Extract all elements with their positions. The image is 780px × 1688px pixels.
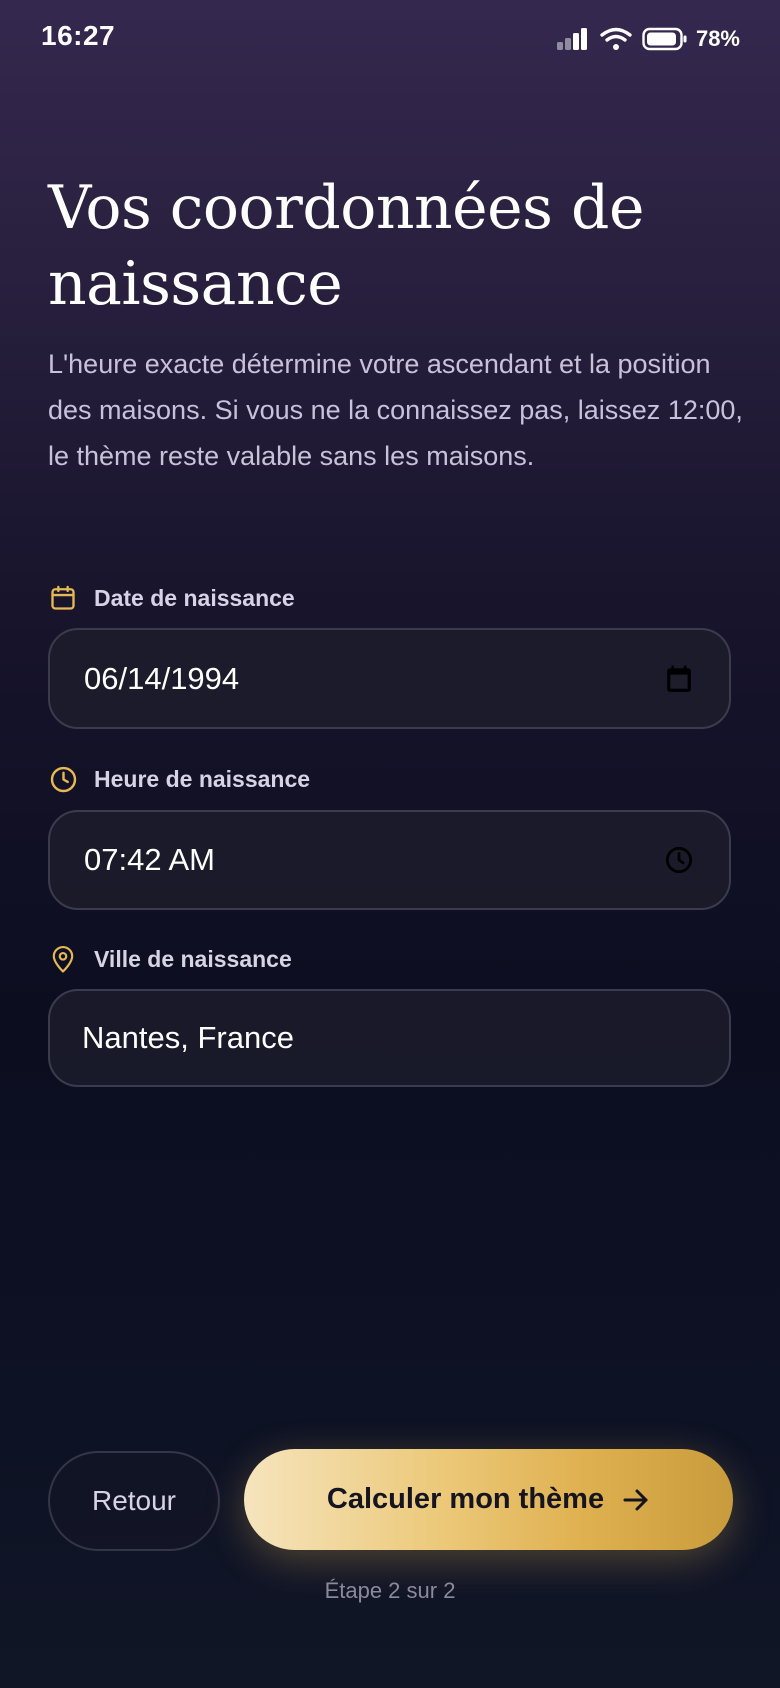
status-icons: 78% bbox=[556, 24, 740, 54]
time-value: 07:42 AM bbox=[84, 842, 215, 877]
location-pin-icon bbox=[48, 944, 78, 974]
date-label-text: Date de naissance bbox=[94, 584, 295, 611]
step-indicator: Étape 2 sur 2 bbox=[324, 1578, 456, 1603]
time-field[interactable]: 07:42 AM bbox=[48, 810, 731, 910]
back-button[interactable]: Retour bbox=[48, 1451, 220, 1551]
date-field[interactable]: 06/14/1994 bbox=[48, 628, 731, 729]
signal-icon bbox=[556, 27, 590, 51]
battery-percentage: 78% bbox=[695, 26, 740, 51]
calendar-picker-icon[interactable] bbox=[663, 663, 695, 695]
status-bar: 16:27 78% bbox=[0, 0, 780, 80]
battery-icon bbox=[642, 27, 688, 51]
clock-picker-icon[interactable] bbox=[663, 844, 695, 876]
calendar-icon bbox=[48, 583, 78, 613]
clock-icon bbox=[48, 764, 78, 794]
date-label: Date de naissance bbox=[48, 581, 295, 615]
page-description: L'heure exacte détermine votre ascendant… bbox=[48, 349, 743, 471]
page-title: Vos coordonnées de naissance bbox=[48, 173, 644, 319]
city-field[interactable]: Nantes, France bbox=[48, 989, 731, 1087]
time-label: Heure de naissance bbox=[48, 762, 310, 796]
calculate-theme-button[interactable]: Calculer mon thème bbox=[244, 1449, 733, 1550]
city-label: Ville de naissance bbox=[48, 942, 292, 976]
wifi-icon bbox=[600, 27, 632, 51]
city-value: Nantes, France bbox=[82, 1020, 294, 1055]
arrow-right-icon bbox=[622, 1487, 650, 1513]
status-time: 16:27 bbox=[41, 20, 116, 51]
city-label-text: Ville de naissance bbox=[94, 945, 292, 972]
time-label-text: Heure de naissance bbox=[94, 765, 311, 792]
calculate-theme-label: Calculer mon thème bbox=[326, 1483, 605, 1515]
date-value: 06/14/1994 bbox=[84, 660, 240, 696]
